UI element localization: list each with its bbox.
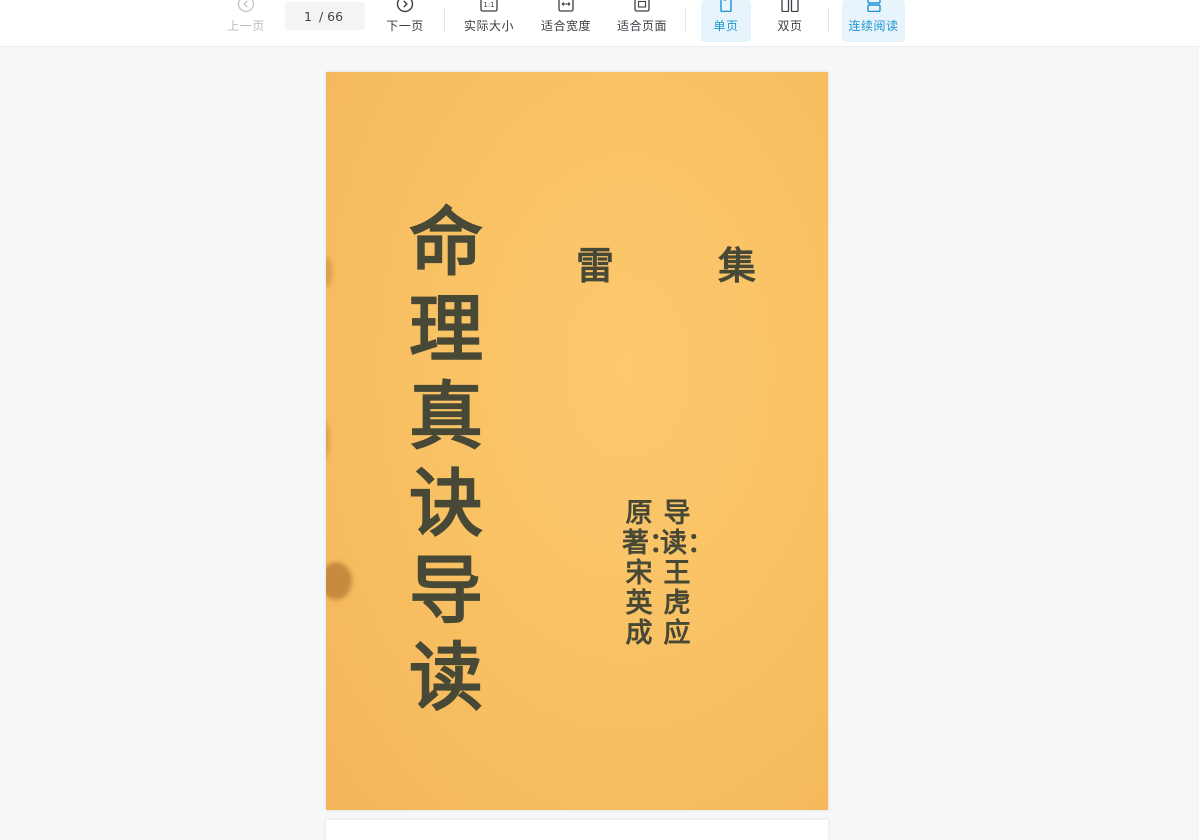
- toolbar-divider: [444, 8, 445, 32]
- prev-page-button[interactable]: 上一页: [222, 0, 270, 42]
- paper-stain: [326, 562, 352, 600]
- next-page-button[interactable]: 下一页: [381, 0, 429, 42]
- actual-size-icon: 1:1: [480, 0, 498, 12]
- continuous-reading-button[interactable]: 连续阅读: [842, 0, 905, 42]
- actual-size-button[interactable]: 1:1 实际大小: [459, 0, 519, 42]
- continuous-reading-label: 连续阅读: [848, 19, 899, 33]
- chevron-right-circle-icon: [396, 0, 414, 13]
- double-page-button[interactable]: 双页: [765, 0, 815, 42]
- continuous-scroll-icon: [865, 0, 883, 12]
- fit-width-icon: [557, 0, 575, 12]
- single-page-icon: [717, 0, 735, 12]
- fit-width-button[interactable]: 适合宽度: [536, 0, 596, 42]
- paper-stain: [326, 257, 332, 287]
- svg-text:1:1: 1:1: [483, 1, 494, 9]
- single-page-button[interactable]: 单页: [701, 0, 751, 42]
- original-author-credit: 原著：宋英成: [622, 498, 676, 649]
- fit-page-icon: [633, 0, 651, 12]
- toolbar-divider: [685, 8, 686, 32]
- toolbar-divider: [828, 8, 829, 32]
- double-page-icon: [780, 0, 800, 12]
- fit-page-label: 适合页面: [616, 19, 667, 33]
- actual-size-label: 实际大小: [463, 19, 514, 33]
- series-char-right: 集: [717, 243, 756, 288]
- fit-width-label: 适合宽度: [540, 19, 591, 33]
- total-pages: / 66: [319, 8, 344, 24]
- book-title: 命理真诀导读: [409, 200, 483, 721]
- paper-stain: [326, 422, 330, 458]
- fit-page-button[interactable]: 适合页面: [612, 0, 672, 42]
- guide-author-credit: 导读：王虎应: [660, 498, 714, 649]
- next-document-page: [326, 820, 828, 840]
- document-page: 命理真诀导读 雷 集 原著：宋英成 导读：王虎应: [326, 72, 828, 810]
- chevron-left-circle-icon: [237, 0, 255, 13]
- page-number-field[interactable]: 1 / 66: [285, 2, 365, 30]
- double-page-label: 双页: [777, 19, 803, 33]
- viewer-toolbar: 上一页 1 / 66 下一页 1:1 实际大小 适合宽度 适合页面 单页 双页 …: [0, 0, 1199, 47]
- series-char-left: 雷: [576, 243, 615, 288]
- series-name: 雷 集: [576, 235, 756, 288]
- prev-page-label: 上一页: [227, 19, 265, 33]
- next-page-label: 下一页: [386, 19, 424, 33]
- single-page-label: 单页: [713, 19, 739, 33]
